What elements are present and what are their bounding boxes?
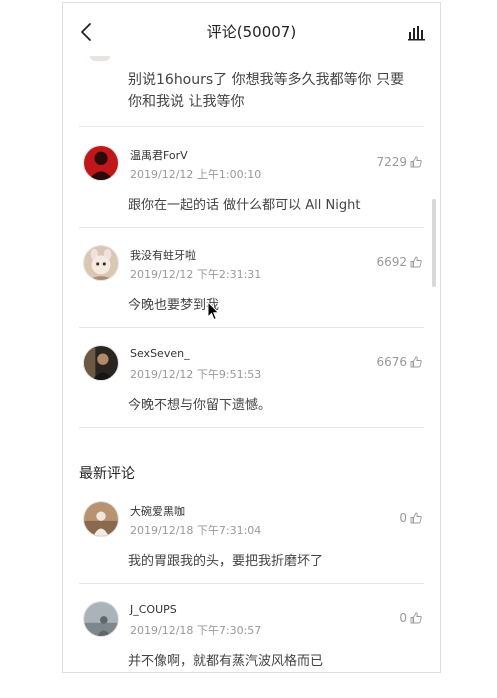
username[interactable]: 温禹君ForV [130, 147, 188, 163]
like-count: 7229 [376, 155, 407, 169]
timestamp: 2019/12/12 下午9:51:53 [130, 368, 262, 381]
thumbs-up-icon [410, 512, 422, 524]
comment-text: 我的胃跟我的头，要把我折磨坏了 [128, 554, 324, 569]
timestamp: 2019/12/12 上午1:00:10 [130, 168, 262, 181]
scrollbar[interactable] [432, 199, 436, 287]
username[interactable]: 我没有蛀牙啦 [130, 247, 196, 263]
username[interactable]: J_COUPS [130, 603, 177, 616]
list-item: 温禹君ForV 2019/12/12 上午1:00:10 7229 跟你在一起的… [79, 127, 424, 228]
timestamp: 2019/12/12 下午2:31:31 [130, 268, 262, 281]
thumbs-up-icon [410, 256, 422, 268]
comment-text: 今晚也要梦到我 [128, 298, 220, 313]
timestamp: 2019/12/18 下午7:30:57 [130, 624, 262, 637]
avatar[interactable] [83, 501, 119, 537]
avatar[interactable] [83, 245, 119, 281]
list-item: 我没有蛀牙啦 2019/12/12 下午2:31:31 6692 今晚也要梦到我 [79, 227, 424, 328]
like-button[interactable]: 0 [399, 611, 422, 625]
page-title: 评论(50007) [206, 23, 297, 41]
bar-chart-icon[interactable] [408, 25, 426, 41]
timestamp: 2019/12/18 下午7:31:04 [130, 524, 262, 537]
comment-text: 跟你在一起的话 做什么都可以 All Night [128, 198, 361, 213]
comment-text: 并不像啊，就都有蒸汽波风格而已 [128, 654, 324, 669]
like-button[interactable]: 0 [399, 511, 422, 525]
username[interactable]: SexSeven_ [130, 347, 190, 360]
like-button[interactable]: 7229 [376, 155, 422, 169]
like-button[interactable]: 6692 [376, 255, 422, 269]
like-count: 6676 [376, 355, 407, 369]
header-bar: 评论(50007) [63, 3, 440, 59]
thumbs-up-icon [410, 612, 422, 624]
list-item: J_COUPS 2019/12/18 下午7:30:57 0 并不像啊，就都有蒸… [79, 583, 424, 672]
avatar [90, 56, 110, 61]
like-count: 0 [399, 511, 407, 525]
username[interactable]: 大碗爱黑咖 [130, 503, 185, 519]
like-count: 6692 [376, 255, 407, 269]
comment-text: 别说16hours了 你想我等多久我都等你 只要你和我说 让我等你 [128, 72, 405, 110]
avatar[interactable] [83, 601, 119, 637]
mouse-cursor-icon [207, 300, 221, 321]
thumbs-up-icon [410, 156, 422, 168]
list-item: 大碗爱黑咖 2019/12/18 下午7:31:04 0 我的胃跟我的头，要把我… [79, 483, 424, 584]
list-item: SexSeven_ 2019/12/12 下午9:51:53 6676 今晚不想… [79, 327, 424, 428]
like-button[interactable]: 6676 [376, 355, 422, 369]
section-title: 最新评论 [79, 466, 135, 482]
comment-text: 今晚不想与你留下遗憾。 [128, 398, 272, 413]
comment-page: 评论(50007) 别说16hours了 你想我等多久我都等你 只要你和我说 让… [62, 2, 441, 673]
like-count: 0 [399, 611, 407, 625]
avatar[interactable] [83, 145, 119, 181]
avatar[interactable] [83, 345, 119, 381]
thumbs-up-icon [410, 356, 422, 368]
